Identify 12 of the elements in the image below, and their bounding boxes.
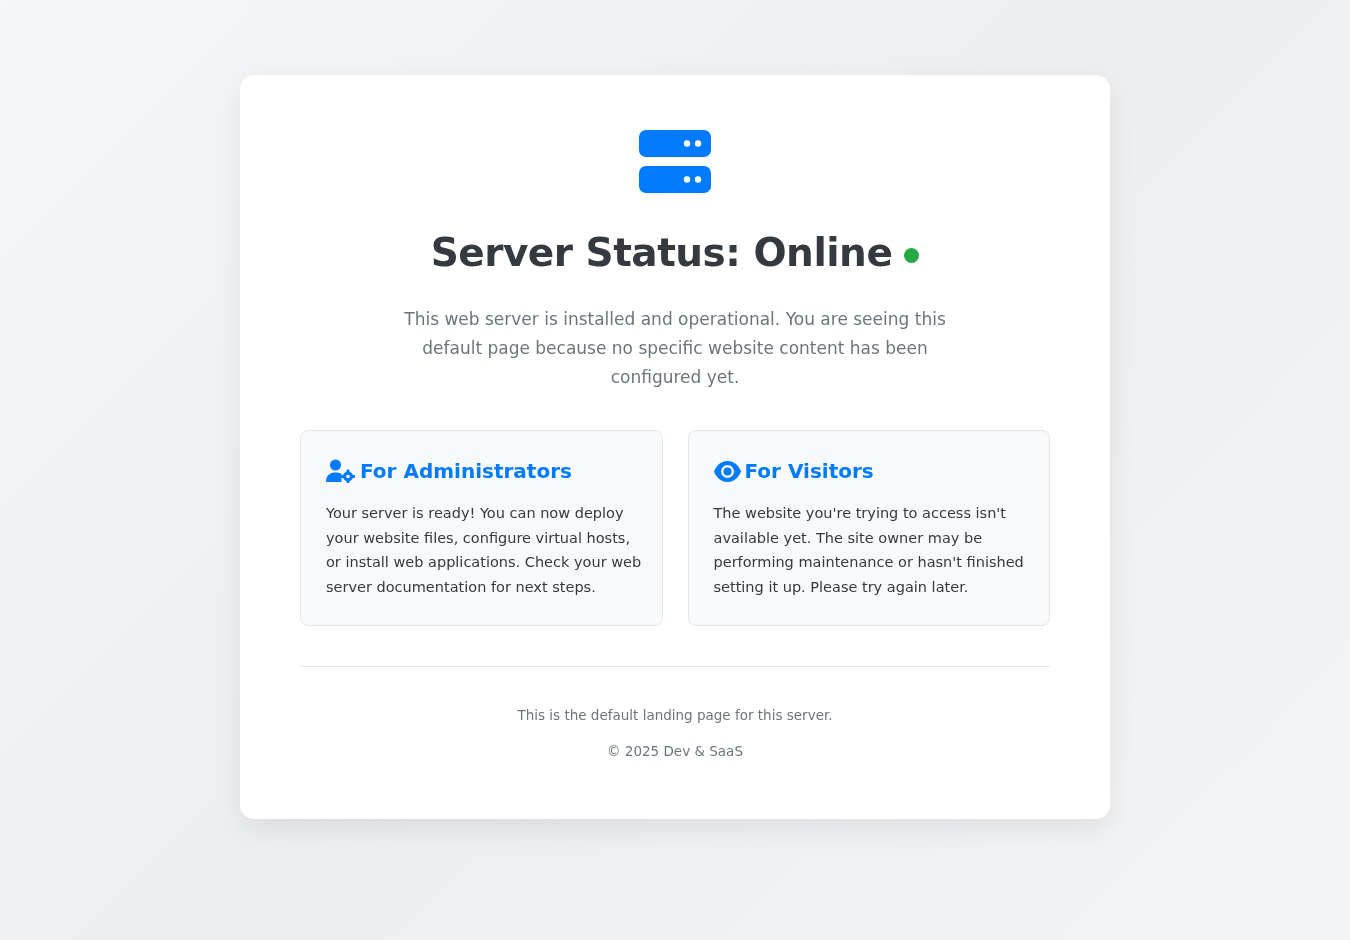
eye-icon (713, 460, 741, 482)
server-icon (639, 130, 711, 194)
description: This web server is installed and operational. You are seeing this default page because no specific website content has been configured yet. (403, 308, 947, 389)
card-text: The website you're trying to access isn't available yet. The site owner may be performing maintenance or hasn't finished setting it up. Please try again later. (713, 504, 1025, 597)
card-title: For Administrators (360, 459, 572, 483)
footer-text: This is the default landing page for this server. (517, 707, 833, 723)
user-gear-icon (326, 459, 356, 483)
card-title: For Visitors (744, 459, 874, 483)
card-text: Your server is ready! You can now deploy your website files, configure virtual hosts, or install web applications. Check your web server documentation for next steps. (326, 504, 642, 597)
status-dot-icon (904, 248, 920, 263)
footer-text: © 2025 Dev & SaaS (607, 743, 743, 759)
page-title: Server Status: Online (430, 230, 893, 275)
